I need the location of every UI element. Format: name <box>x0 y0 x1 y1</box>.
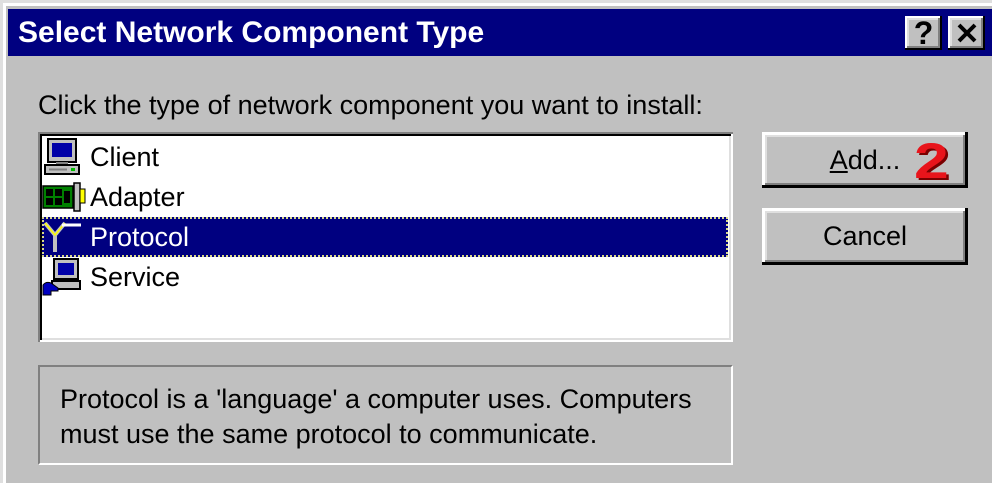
network-adapter-icon <box>42 182 86 212</box>
protocol-icon <box>43 221 81 252</box>
step-number-annotation: 2 <box>914 133 949 189</box>
prompt-label: Click the type of network component you … <box>38 90 703 120</box>
adapter-label: Adapter <box>90 182 185 212</box>
list-item-service[interactable]: Service <box>42 257 728 297</box>
list-item-adapter[interactable]: Adapter <box>42 177 728 217</box>
list-item-client[interactable]: Client <box>42 137 728 177</box>
help-icon: ? <box>913 15 934 51</box>
help-button[interactable]: ? <box>905 16 942 50</box>
list-item-protocol[interactable]: Protocol <box>42 217 728 257</box>
client-label: Client <box>90 142 160 172</box>
service-icon <box>42 258 81 296</box>
window-title: Select Network Component Type <box>18 16 485 49</box>
client-computer-icon <box>44 138 80 175</box>
add-button-label: Add... <box>829 144 901 175</box>
dialog-window: Select Network Component Type ? Click th… <box>0 0 992 483</box>
protocol-label: Protocol <box>90 222 190 252</box>
cancel-button-label: Cancel <box>822 221 908 251</box>
description-box: Protocol is a 'language' a computer uses… <box>38 365 733 465</box>
description-line: must use the same protocol to communicat… <box>60 419 598 449</box>
component-type-list[interactable]: Client Adapter Protocol Service <box>38 132 733 342</box>
close-icon <box>957 23 976 43</box>
title-bar[interactable]: Select Network Component Type ? <box>8 9 992 56</box>
cancel-button[interactable]: Cancel <box>762 208 968 265</box>
close-button[interactable] <box>948 16 985 50</box>
description-line: Protocol is a 'language' a computer uses… <box>60 384 692 414</box>
service-label: Service <box>90 262 181 292</box>
list-items: Client Adapter Protocol Service <box>42 137 728 297</box>
